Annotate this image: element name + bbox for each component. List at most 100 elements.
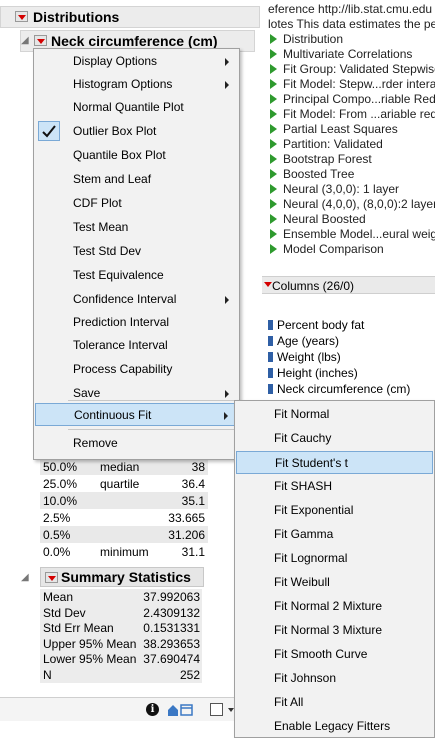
notes-text: lotes This data estimates the perc [268, 17, 435, 31]
table-row: 10.0% 35.1 [40, 492, 208, 509]
menu-item-label: Test Mean [73, 220, 129, 234]
summary-statistics-title: Summary Statistics [61, 569, 191, 585]
red-triangle-icon[interactable] [45, 572, 58, 583]
report-title: Distributions [33, 9, 120, 25]
play-script-icon [270, 109, 277, 119]
menu-item-label: Fit Johnson [274, 671, 337, 685]
summary-stat-value: 0.1531331 [143, 621, 200, 636]
red-triangle-icon[interactable] [264, 282, 272, 287]
continuous-column-icon [268, 336, 273, 346]
red-triangle-icon[interactable] [15, 11, 28, 22]
table-script-item[interactable]: Principal Compo...riable Reduc [270, 92, 435, 106]
quantile-value: 33.665 [168, 511, 205, 525]
table-script-label: Neural (4,0,0), (8,0,0):2 layers [283, 197, 435, 211]
table-script-item[interactable]: Neural (4,0,0), (8,0,0):2 layers [270, 197, 435, 211]
menu-item-test-std-dev[interactable]: Test Std Dev [35, 240, 238, 263]
menu-item-test-equivalence[interactable]: Test Equivalence [35, 264, 238, 287]
menu-item-fit-normal[interactable]: Fit Normal [236, 403, 433, 426]
menu-item-label: Test Std Dev [73, 244, 142, 258]
menu-item-process-capability[interactable]: Process Capability [35, 358, 238, 381]
quantile-percent: 2.5% [43, 511, 71, 525]
summary-stat-value: 37.690474 [143, 652, 200, 667]
menu-item-fit-all[interactable]: Fit All [236, 691, 433, 714]
menu-item-fit-cauchy[interactable]: Fit Cauchy [236, 427, 433, 450]
menu-item-quantile-box-plot[interactable]: Quantile Box Plot [35, 144, 238, 167]
table-script-item[interactable]: Neural Boosted [270, 212, 366, 226]
menu-item-fit-exponential[interactable]: Fit Exponential [236, 499, 433, 522]
summary-stat-value: 38.293653 [143, 636, 200, 651]
table-script-item[interactable]: Neural (3,0,0): 1 layer [270, 182, 399, 196]
home-window-icon[interactable] [166, 702, 194, 718]
menu-item-display-options[interactable]: Display Options [35, 50, 238, 73]
menu-item-label: Outlier Box Plot [73, 124, 157, 138]
quantile-value: 38 [191, 460, 205, 474]
column-list-item[interactable]: Weight (lbs) [268, 350, 341, 364]
quantile-label: median [100, 460, 140, 474]
menu-item-test-mean[interactable]: Test Mean [35, 216, 238, 239]
menu-item-label: Histogram Options [73, 77, 173, 91]
table-script-item[interactable]: Model Comparison [270, 242, 384, 256]
menu-item-save[interactable]: Save [35, 382, 238, 405]
table-script-item[interactable]: Partition: Validated [270, 137, 383, 151]
menu-item-cdf-plot[interactable]: CDF Plot [35, 192, 238, 215]
menu-item-stem-and-leaf[interactable]: Stem and Leaf [35, 168, 238, 191]
play-script-icon [270, 139, 277, 149]
disclosure-icon[interactable]: ◢ [21, 35, 29, 46]
table-script-item[interactable]: Bootstrap Forest [270, 152, 372, 166]
distributions-header[interactable]: Distributions [0, 6, 260, 28]
chevron-right-icon [225, 58, 229, 66]
table-script-item[interactable]: Fit Model: Stepw...rder interact [270, 77, 435, 91]
menu-item-fit-smooth-curve[interactable]: Fit Smooth Curve [236, 643, 433, 666]
table-script-item[interactable]: Partial Least Squares [270, 122, 398, 136]
status-bar: i [0, 697, 260, 721]
menu-item-label: Normal Quantile Plot [73, 100, 184, 114]
table-script-label: Partial Least Squares [283, 122, 398, 136]
menu-item-label: Test Equivalence [73, 268, 164, 282]
menu-item-label: Display Options [73, 54, 158, 68]
menu-item-fit-weibull[interactable]: Fit Weibull [236, 571, 433, 594]
menu-item-label: Process Capability [73, 362, 173, 376]
menu-item-label: Fit All [274, 695, 304, 709]
info-icon[interactable]: i [146, 703, 159, 716]
table-script-item[interactable]: Distribution [270, 32, 343, 46]
play-script-icon [270, 64, 277, 74]
table-script-label: Model Comparison [283, 242, 384, 256]
table-script-label: Neural Boosted [283, 212, 366, 226]
table-script-item[interactable]: Multivariate Correlations [270, 47, 412, 61]
menu-item-enable-legacy-fitters[interactable]: Enable Legacy Fitters [236, 715, 433, 738]
menu-item-fit-normal-2-mixture[interactable]: Fit Normal 2 Mixture [236, 595, 433, 618]
column-list-item[interactable]: Percent body fat [268, 318, 364, 332]
menu-item-fit-student-s-t[interactable]: Fit Student's t [236, 451, 433, 474]
window-select-checkbox[interactable] [210, 703, 223, 716]
summary-stat-name: Std Dev [43, 605, 86, 620]
menu-item-tolerance-interval[interactable]: Tolerance Interval [35, 334, 238, 357]
table-script-item[interactable]: Ensemble Model...eural weight [270, 227, 435, 241]
chevron-right-icon [225, 390, 229, 398]
disclosure-icon[interactable]: ◢ [21, 572, 29, 583]
menu-item-remove[interactable]: Remove [35, 432, 238, 455]
menu-item-prediction-interval[interactable]: Prediction Interval [35, 311, 238, 334]
red-triangle-icon[interactable] [34, 35, 47, 46]
table-row: 50.0% median 38 [40, 458, 208, 475]
table-script-item[interactable]: Fit Model: From ...ariable reduc [270, 107, 435, 121]
menu-item-fit-shash[interactable]: Fit SHASH [236, 475, 433, 498]
menu-item-confidence-interval[interactable]: Confidence Interval [35, 288, 238, 311]
menu-item-normal-quantile-plot[interactable]: Normal Quantile Plot [35, 96, 238, 119]
column-list-item[interactable]: Age (years) [268, 334, 339, 348]
menu-item-outlier-box-plot[interactable]: Outlier Box Plot [35, 120, 238, 143]
menu-item-fit-gamma[interactable]: Fit Gamma [236, 523, 433, 546]
menu-item-histogram-options[interactable]: Histogram Options [35, 73, 238, 96]
menu-item-continuous-fit[interactable]: Continuous Fit [35, 403, 238, 426]
menu-item-fit-johnson[interactable]: Fit Johnson [236, 667, 433, 690]
table-script-label: Fit Group: Validated Stepwise [283, 62, 435, 76]
summary-stat-value: 37.992063 [143, 590, 200, 604]
summary-stat-name: Std Err Mean [43, 621, 114, 636]
table-script-item[interactable]: Boosted Tree [270, 167, 354, 181]
summary-statistics-header[interactable]: ◢ Summary Statistics [21, 567, 204, 587]
columns-header[interactable]: Columns (26/0) [262, 276, 435, 294]
menu-item-fit-lognormal[interactable]: Fit Lognormal [236, 547, 433, 570]
column-list-item[interactable]: Height (inches) [268, 366, 358, 380]
table-script-item[interactable]: Fit Group: Validated Stepwise [270, 62, 435, 76]
menu-item-fit-normal-3-mixture[interactable]: Fit Normal 3 Mixture [236, 619, 433, 642]
column-list-item[interactable]: Neck circumference (cm) [268, 382, 410, 396]
